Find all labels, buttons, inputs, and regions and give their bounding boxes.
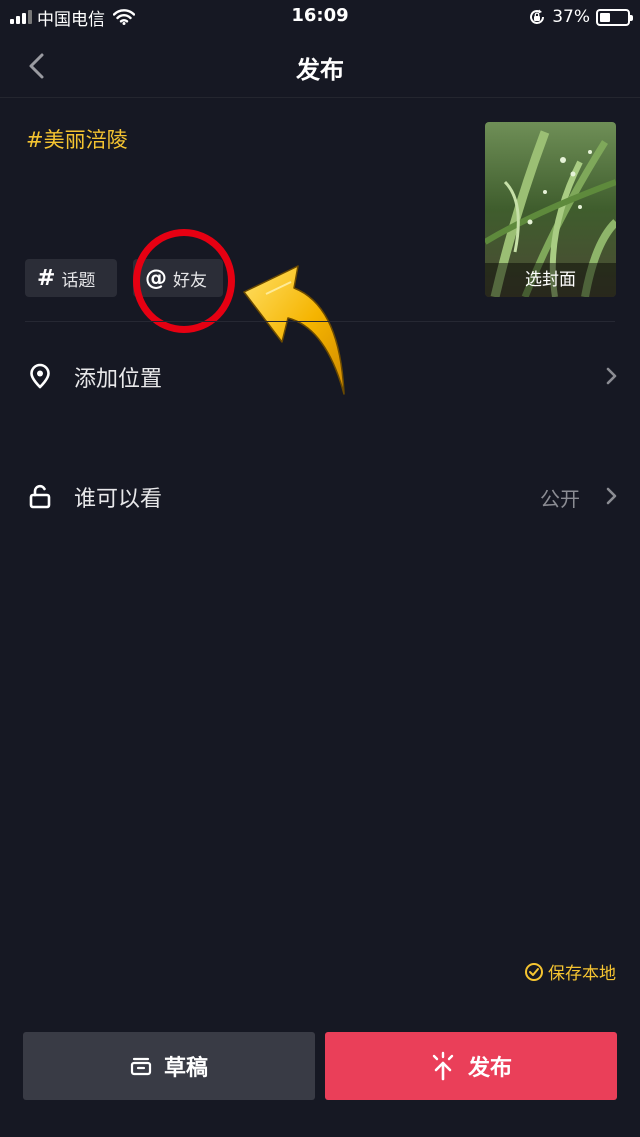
select-cover-label: 选封面 xyxy=(485,263,616,297)
topic-button[interactable]: # 话题 xyxy=(25,259,117,297)
cover-thumbnail[interactable]: 选封面 xyxy=(485,122,616,297)
status-bar: 中国电信 16:09 37% xyxy=(0,0,640,34)
draft-button[interactable]: 草稿 xyxy=(23,1032,315,1100)
save-local-label: 保存本地 xyxy=(548,964,616,984)
rotation-lock-icon xyxy=(530,9,545,24)
battery-icon xyxy=(596,8,633,26)
publish-label: 发布 xyxy=(467,1056,512,1081)
page-title: 发布 xyxy=(296,56,344,84)
publish-button[interactable]: 发布 xyxy=(325,1032,617,1100)
publish-spark-icon xyxy=(432,1051,454,1081)
status-right: 37% xyxy=(528,6,633,28)
hash-icon: # xyxy=(37,265,56,291)
who-can-see-label: 谁可以看 xyxy=(74,487,163,512)
chevron-right-icon xyxy=(606,487,617,505)
nav-bar: 发布 xyxy=(0,34,640,98)
check-circle-icon xyxy=(525,962,543,981)
save-local-toggle[interactable]: 保存本地 xyxy=(524,959,616,984)
topic-label: 话题 xyxy=(61,270,96,291)
add-location-label: 添加位置 xyxy=(74,367,163,392)
visibility-value: 公开 xyxy=(540,487,580,511)
who-can-see-row[interactable]: 谁可以看 公开 xyxy=(0,466,640,526)
draft-box-icon xyxy=(130,1057,152,1076)
annotation-circle xyxy=(133,229,235,333)
description-text[interactable]: #美丽涪陵 xyxy=(26,124,128,154)
divider xyxy=(25,321,615,322)
location-pin-icon xyxy=(30,363,50,389)
draft-label: 草稿 xyxy=(163,1056,208,1081)
chevron-right-icon xyxy=(606,367,617,385)
unlock-icon xyxy=(29,484,51,509)
battery-percent: 37% xyxy=(552,7,590,27)
battery-fill xyxy=(600,12,610,22)
add-location-row[interactable]: 添加位置 xyxy=(0,346,640,406)
